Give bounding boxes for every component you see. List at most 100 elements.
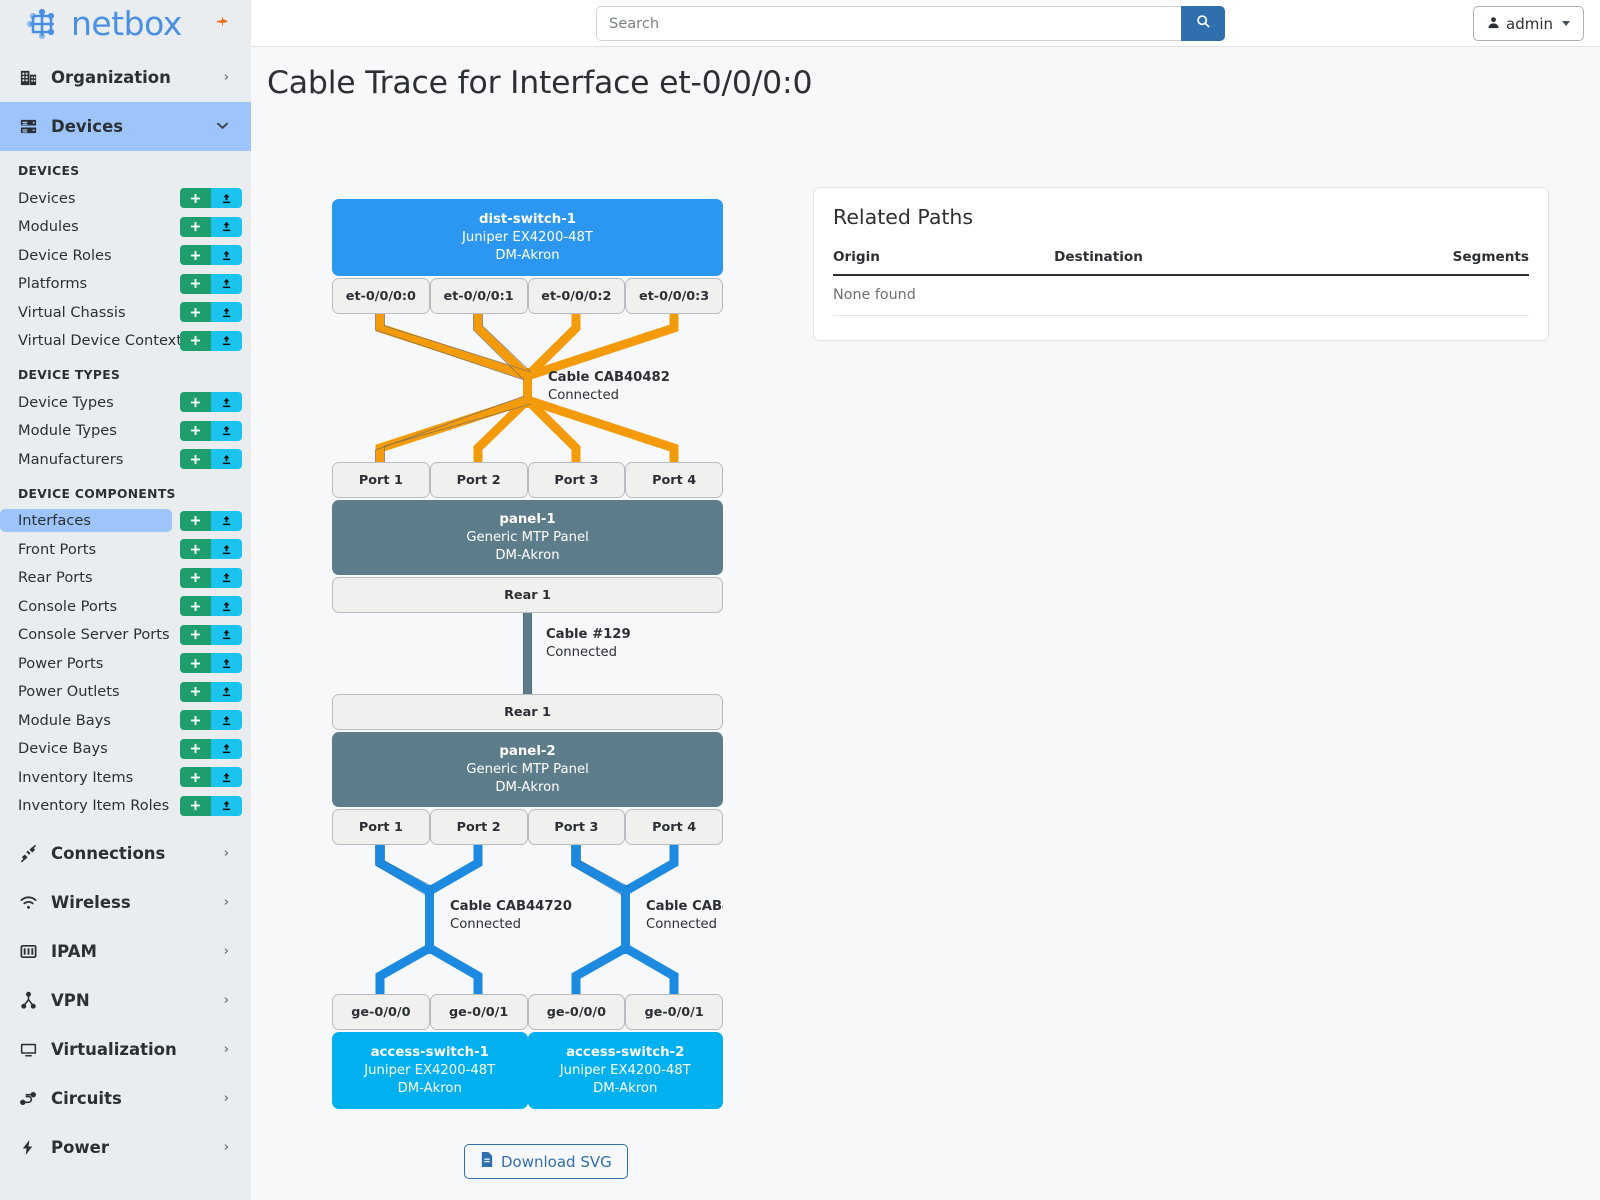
trace-termination[interactable]: Port 3	[528, 809, 626, 845]
sidebar-item-label[interactable]: Inventory Item Roles	[0, 794, 172, 817]
sidebar-group-circuits[interactable]: Circuits ›	[0, 1074, 251, 1123]
sidebar-group-organization[interactable]: Organization ›	[0, 53, 251, 102]
sidebar-item-console-server-ports[interactable]: Console Server Ports	[0, 621, 251, 650]
plus-icon[interactable]	[180, 739, 211, 759]
sidebar-group-virtualization[interactable]: Virtualization ›	[0, 1025, 251, 1074]
trace-termination[interactable]: Port 4	[625, 462, 723, 498]
plus-icon[interactable]	[180, 302, 211, 322]
upload-icon[interactable]	[211, 596, 242, 616]
upload-icon[interactable]	[211, 449, 242, 469]
sidebar-item-device-roles[interactable]: Device Roles	[0, 241, 251, 270]
sidebar-item-label[interactable]: Inventory Items	[0, 766, 172, 789]
trace-device-access-switch-2[interactable]: access-switch-2 Juniper EX4200-48T DM-Ak…	[528, 1032, 724, 1109]
trace-termination[interactable]: Port 1	[332, 809, 430, 845]
upload-icon[interactable]	[211, 539, 242, 559]
trace-termination[interactable]: et-0/0/0:2	[528, 278, 626, 314]
trace-cable-top[interactable]: Cable CAB40482 Connected	[332, 314, 723, 462]
upload-icon[interactable]	[211, 302, 242, 322]
trace-device-access-switch-1[interactable]: access-switch-1 Juniper EX4200-48T DM-Ak…	[332, 1032, 528, 1109]
sidebar-item-rear-ports[interactable]: Rear Ports	[0, 564, 251, 593]
pin-icon[interactable]	[215, 15, 229, 32]
plus-icon[interactable]	[180, 682, 211, 702]
trace-termination[interactable]: et-0/0/0:1	[430, 278, 528, 314]
plus-icon[interactable]	[180, 511, 211, 531]
sidebar-item-modules[interactable]: Modules	[0, 213, 251, 242]
sidebar-item-console-ports[interactable]: Console Ports	[0, 592, 251, 621]
plus-icon[interactable]	[180, 653, 211, 673]
upload-icon[interactable]	[211, 653, 242, 673]
search-button[interactable]	[1181, 6, 1225, 41]
trace-termination[interactable]: Port 4	[625, 809, 723, 845]
upload-icon[interactable]	[211, 710, 242, 730]
sidebar-item-label[interactable]: Rear Ports	[0, 566, 172, 589]
trace-termination[interactable]: Port 2	[430, 809, 528, 845]
sidebar-item-virtual-device-contexts[interactable]: Virtual Device Contexts	[0, 327, 251, 356]
trace-termination[interactable]: Rear 1	[332, 694, 723, 730]
sidebar-item-module-bays[interactable]: Module Bays	[0, 706, 251, 735]
trace-termination[interactable]: Port 2	[430, 462, 528, 498]
upload-icon[interactable]	[211, 739, 242, 759]
sidebar-item-label[interactable]: Power Ports	[0, 652, 172, 675]
sidebar-group-ipam[interactable]: IPAM ›	[0, 927, 251, 976]
sidebar-item-label[interactable]: Module Bays	[0, 709, 172, 732]
download-svg-button[interactable]: Download SVG	[464, 1144, 628, 1179]
sidebar-item-module-types[interactable]: Module Types	[0, 417, 251, 446]
sidebar-item-inventory-items[interactable]: Inventory Items	[0, 763, 251, 792]
sidebar-item-label[interactable]: Device Bays	[0, 737, 172, 760]
sidebar-item-devices[interactable]: Devices	[0, 184, 251, 213]
upload-icon[interactable]	[211, 511, 242, 531]
upload-icon[interactable]	[211, 682, 242, 702]
search-input[interactable]	[596, 6, 1181, 41]
sidebar-item-label[interactable]: Virtual Device Contexts	[0, 329, 172, 352]
sidebar-item-power-ports[interactable]: Power Ports	[0, 649, 251, 678]
trace-cable-mid[interactable]: Cable #129 Connected	[332, 613, 723, 694]
plus-icon[interactable]	[180, 568, 211, 588]
sidebar-item-front-ports[interactable]: Front Ports	[0, 535, 251, 564]
plus-icon[interactable]	[180, 421, 211, 441]
sidebar-item-label[interactable]: Modules	[0, 215, 172, 238]
sidebar-group-vpn[interactable]: VPN ›	[0, 976, 251, 1025]
upload-icon[interactable]	[211, 245, 242, 265]
plus-icon[interactable]	[180, 539, 211, 559]
trace-cables-bottom[interactable]: Cable CAB44720 Connected Cable CAB447 Co…	[332, 845, 723, 994]
trace-termination[interactable]: ge-0/0/1	[430, 994, 528, 1030]
upload-icon[interactable]	[211, 767, 242, 787]
plus-icon[interactable]	[180, 625, 211, 645]
plus-icon[interactable]	[180, 449, 211, 469]
plus-icon[interactable]	[180, 596, 211, 616]
upload-icon[interactable]	[211, 188, 242, 208]
plus-icon[interactable]	[180, 331, 211, 351]
sidebar-item-manufacturers[interactable]: Manufacturers	[0, 445, 251, 474]
sidebar-item-label[interactable]: Manufacturers	[0, 448, 172, 471]
sidebar-item-label[interactable]: Console Ports	[0, 595, 172, 618]
plus-icon[interactable]	[180, 217, 211, 237]
trace-termination[interactable]: Port 1	[332, 462, 430, 498]
trace-termination[interactable]: Rear 1	[332, 577, 723, 613]
trace-termination[interactable]: ge-0/0/0	[332, 994, 430, 1030]
upload-icon[interactable]	[211, 568, 242, 588]
sidebar-item-platforms[interactable]: Platforms	[0, 270, 251, 299]
trace-termination[interactable]: et-0/0/0:0	[332, 278, 430, 314]
sidebar-item-label[interactable]: Console Server Ports	[0, 623, 172, 646]
sidebar-item-label[interactable]: Device Roles	[0, 244, 172, 267]
sidebar-item-interfaces[interactable]: Interfaces	[0, 507, 251, 536]
sidebar-group-wireless[interactable]: Wireless ›	[0, 878, 251, 927]
trace-termination[interactable]: ge-0/0/0	[528, 994, 626, 1030]
sidebar-item-label[interactable]: Interfaces	[0, 509, 172, 532]
sidebar-group-devices[interactable]: Devices	[0, 102, 251, 151]
sidebar-item-inventory-item-roles[interactable]: Inventory Item Roles	[0, 792, 251, 821]
trace-device-panel-2[interactable]: panel-2 Generic MTP Panel DM-Akron	[332, 732, 723, 807]
upload-icon[interactable]	[211, 331, 242, 351]
user-menu-button[interactable]: admin	[1473, 6, 1584, 41]
trace-device-dist-switch-1[interactable]: dist-switch-1 Juniper EX4200-48T DM-Akro…	[332, 199, 723, 276]
sidebar-item-device-types[interactable]: Device Types	[0, 388, 251, 417]
sidebar-item-label[interactable]: Module Types	[0, 419, 172, 442]
upload-icon[interactable]	[211, 274, 242, 294]
sidebar-item-label[interactable]: Power Outlets	[0, 680, 172, 703]
trace-device-panel-1[interactable]: panel-1 Generic MTP Panel DM-Akron	[332, 500, 723, 575]
sidebar-item-power-outlets[interactable]: Power Outlets	[0, 678, 251, 707]
trace-termination[interactable]: ge-0/0/1	[625, 994, 723, 1030]
brand-header[interactable]: netbox	[0, 0, 251, 47]
trace-termination[interactable]: et-0/0/0:3	[625, 278, 723, 314]
upload-icon[interactable]	[211, 796, 242, 816]
